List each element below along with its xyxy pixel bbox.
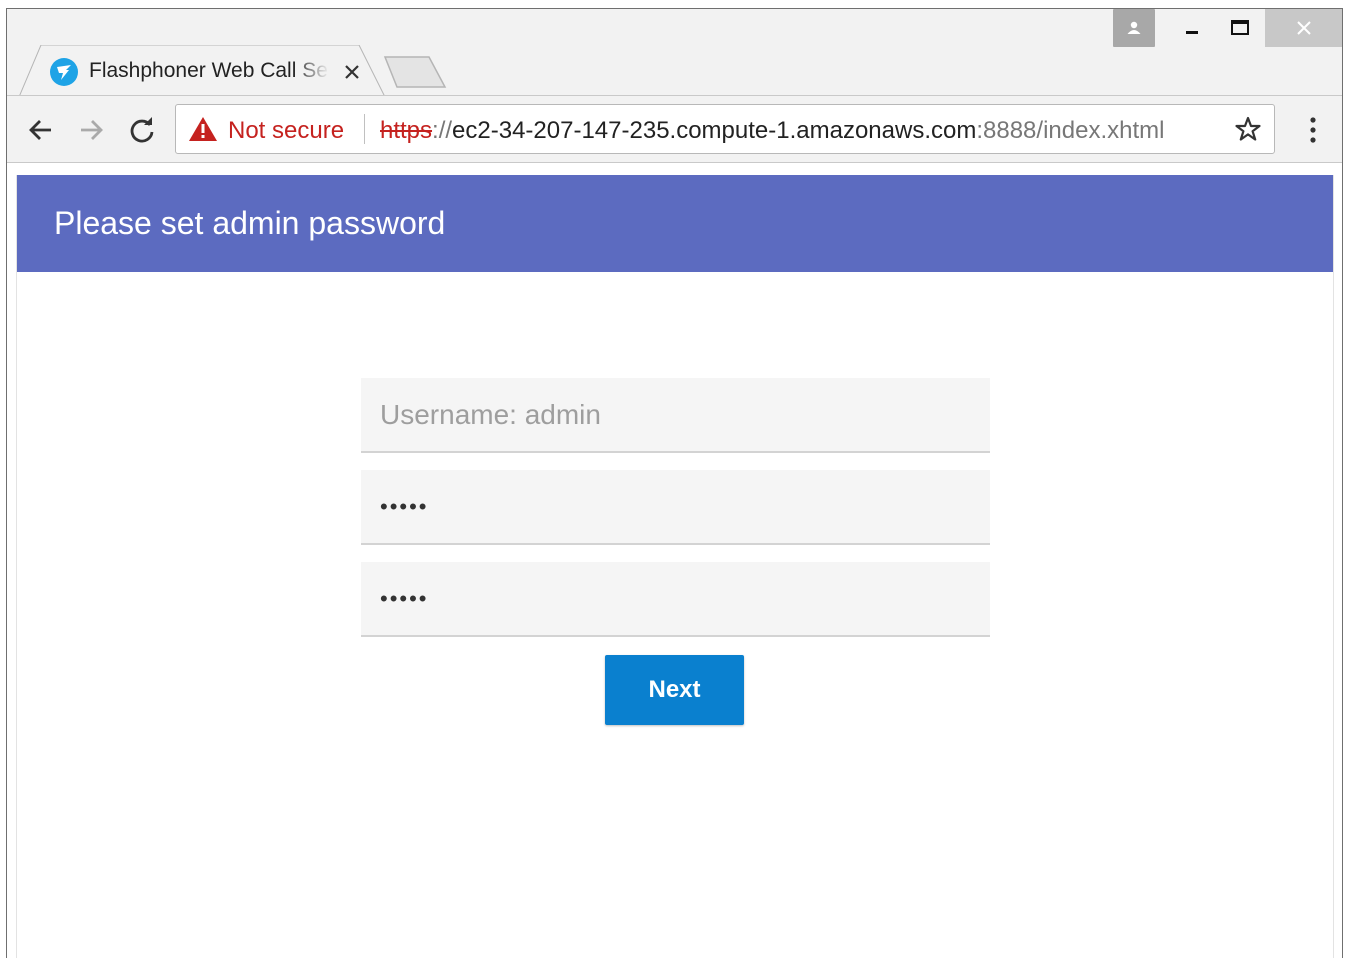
username-field[interactable] (361, 378, 990, 453)
reload-icon (130, 117, 154, 143)
star-icon[interactable] (1234, 115, 1262, 143)
back-arrow-icon (29, 120, 51, 140)
url-host: ec2-34-207-147-235.compute-1.amazonaws.c… (452, 117, 977, 144)
page-header: Please set admin password (17, 175, 1333, 272)
url-text[interactable]: https://ec2-34-207-147-235.compute-1.ama… (380, 117, 1164, 145)
tab-close-button[interactable] (339, 59, 365, 85)
minimize-icon (1186, 31, 1198, 34)
url-path: :8888/index.xhtml (976, 117, 1165, 144)
window-close-button[interactable] (1265, 9, 1342, 47)
browser-toolbar: Not secure https://ec2-34-207-147-235.co… (7, 95, 1342, 163)
profile-button[interactable] (1113, 9, 1155, 47)
maximize-icon (1231, 20, 1249, 35)
password-field[interactable] (361, 470, 990, 545)
minimize-button[interactable] (1169, 9, 1215, 47)
next-button[interactable]: Next (605, 655, 744, 725)
browser-tab[interactable]: Flashphoner Web Call Server (19, 45, 389, 97)
maximize-button[interactable] (1215, 9, 1265, 47)
tab-title: Flashphoner Web Call Server (89, 59, 329, 82)
forward-arrow-icon (81, 120, 103, 140)
address-bar[interactable]: Not secure https://ec2-34-207-147-235.co… (175, 104, 1275, 154)
omnibox-divider (364, 114, 365, 144)
url-separator: :// (432, 117, 453, 144)
browser-menu-button[interactable] (1298, 112, 1328, 148)
confirm-password-field[interactable] (361, 562, 990, 637)
back-button[interactable] (23, 112, 59, 148)
security-label[interactable]: Not secure (228, 117, 344, 145)
close-icon (345, 65, 359, 79)
page-title: Please set admin password (54, 205, 446, 241)
flashphoner-logo-icon (50, 58, 78, 86)
close-icon (1297, 21, 1311, 35)
reload-button[interactable] (124, 112, 160, 148)
kebab-menu-icon (1310, 117, 1316, 143)
new-tab-button[interactable] (383, 55, 447, 89)
browser-window: Flashphoner Web Call Server (6, 8, 1343, 958)
url-scheme: https (380, 117, 433, 144)
web-page: Please set admin password Next (16, 175, 1334, 958)
page-viewport: Please set admin password Next (7, 163, 1342, 958)
forward-button[interactable] (73, 112, 109, 148)
profile-icon (1127, 21, 1141, 34)
title-bar: Flashphoner Web Call Server (7, 9, 1342, 97)
window-controls (1113, 9, 1342, 49)
warning-triangle-icon (189, 117, 217, 141)
